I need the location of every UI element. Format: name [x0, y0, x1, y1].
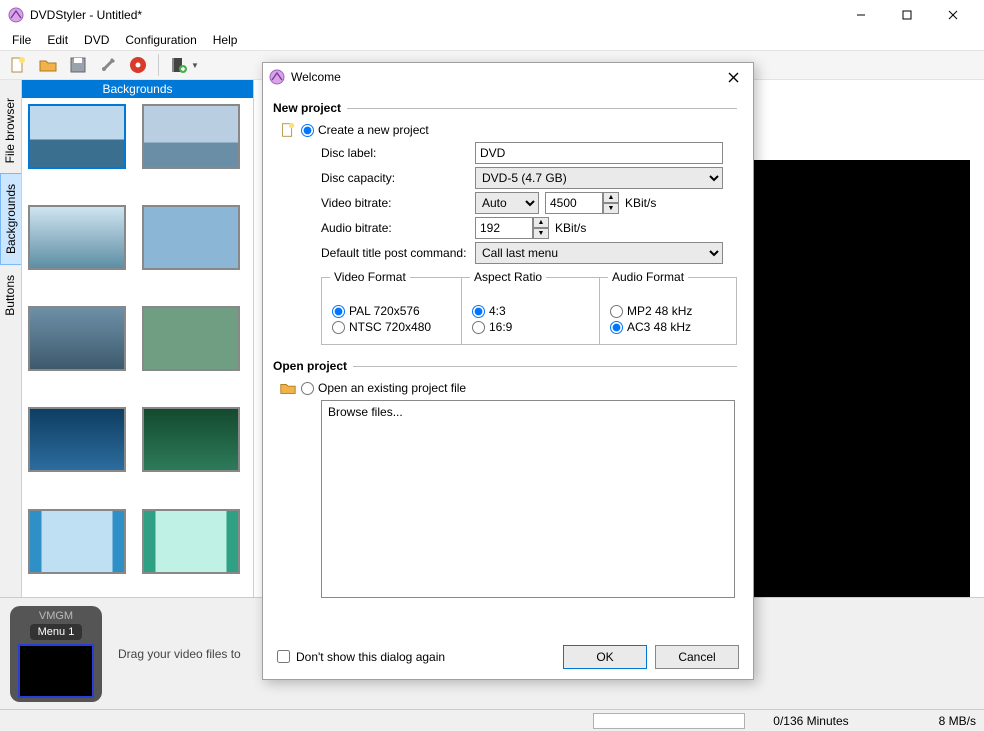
video-bitrate-mode-select[interactable]: Auto — [475, 192, 539, 214]
disc-capacity-select[interactable]: DVD-5 (4.7 GB) — [475, 167, 723, 189]
video-bitrate-input[interactable] — [545, 192, 603, 214]
welcome-dialog: Welcome New project Create a new project… — [262, 62, 754, 680]
modal-overlay: Welcome New project Create a new project… — [0, 0, 984, 731]
radio-ac3[interactable]: AC3 48 kHz — [610, 320, 726, 334]
close-icon — [728, 72, 739, 83]
default-cmd-select[interactable]: Call last menu — [475, 242, 723, 264]
audio-bitrate-label: Audio bitrate: — [321, 221, 475, 235]
audio-bitrate-spin[interactable]: ▲▼ — [475, 217, 549, 239]
section-open-project: Open project — [273, 359, 737, 373]
group-aspect-ratio: Aspect Ratio 4:3 16:9 — [461, 277, 599, 345]
video-bitrate-unit: KBit/s — [625, 196, 656, 210]
radio-create-new[interactable]: Create a new project — [301, 123, 429, 137]
dialog-footer: Don't show this dialog again OK Cancel — [263, 633, 753, 679]
group-audio-format: Audio Format MP2 48 kHz AC3 48 kHz — [599, 277, 737, 345]
spin-up-icon[interactable]: ▲ — [603, 192, 619, 203]
radio-open-existing[interactable]: Open an existing project file — [301, 381, 466, 395]
video-bitrate-label: Video bitrate: — [321, 196, 475, 210]
audio-bitrate-input[interactable] — [475, 217, 533, 239]
browse-files-item[interactable]: Browse files... — [328, 405, 728, 419]
audio-bitrate-unit: KBit/s — [555, 221, 586, 235]
spin-down-icon[interactable]: ▼ — [533, 228, 549, 239]
disc-label-label: Disc label: — [321, 146, 475, 160]
recent-files-list[interactable]: Browse files... — [321, 400, 735, 598]
group-video-format: Video Format PAL 720x576 NTSC 720x480 — [321, 277, 461, 345]
section-new-project: New project — [273, 101, 737, 115]
spin-down-icon[interactable]: ▼ — [603, 203, 619, 214]
radio-4-3[interactable]: 4:3 — [472, 304, 589, 318]
dont-show-checkbox[interactable]: Don't show this dialog again — [277, 650, 445, 664]
radio-ntsc[interactable]: NTSC 720x480 — [332, 320, 451, 334]
dialog-close-button[interactable] — [719, 65, 747, 89]
cancel-button[interactable]: Cancel — [655, 645, 739, 669]
radio-mp2[interactable]: MP2 48 kHz — [610, 304, 726, 318]
dialog-title: Welcome — [291, 70, 719, 84]
radio-16-9[interactable]: 16:9 — [472, 320, 589, 334]
disc-capacity-label: Disc capacity: — [321, 171, 475, 185]
disc-label-input[interactable] — [475, 142, 723, 164]
new-project-icon — [279, 121, 301, 139]
spin-up-icon[interactable]: ▲ — [533, 217, 549, 228]
dialog-app-icon — [269, 69, 285, 85]
dialog-title-bar[interactable]: Welcome — [263, 63, 753, 91]
open-project-icon — [279, 379, 301, 397]
radio-pal[interactable]: PAL 720x576 — [332, 304, 451, 318]
video-bitrate-spin[interactable]: ▲▼ — [545, 192, 619, 214]
dialog-body: New project Create a new project Disc la… — [263, 91, 753, 633]
ok-button[interactable]: OK — [563, 645, 647, 669]
default-cmd-label: Default title post command: — [321, 246, 475, 260]
